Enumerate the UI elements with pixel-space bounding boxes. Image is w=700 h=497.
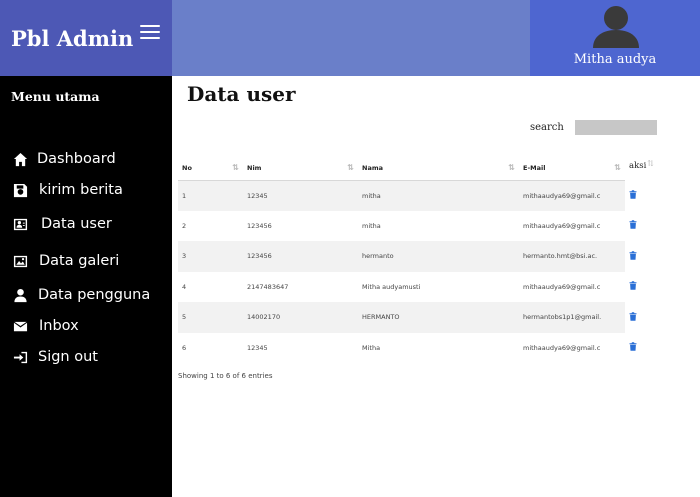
column-header-no[interactable]: No ⇅ [178, 156, 243, 181]
user-panel[interactable]: Mitha audya [530, 0, 700, 76]
trash-icon[interactable] [629, 251, 637, 260]
brand-title: Pbl Admin [11, 25, 134, 51]
cell-aksi [625, 180, 658, 211]
page-title: Data user [187, 82, 296, 106]
user-table: No ⇅ Nim ⇅ Nama ⇅ E-Mail ⇅ aksi ⇅ 1 12345 mitha… [178, 156, 658, 363]
cell-nama: Mitha audyamusti [358, 271, 519, 302]
sort-asc-icon: ⇅ [232, 163, 239, 172]
cell-nama: mitha [358, 180, 519, 211]
sort-icon: ⇅ [347, 163, 354, 172]
search-label: search [530, 122, 564, 133]
sidebar-item-dashboard[interactable]: Dashboard [0, 146, 172, 172]
sidebar-item-label: Data pengguna [38, 287, 151, 303]
cell-nim: 123456 [243, 241, 358, 272]
cell-no: 5 [178, 302, 243, 333]
cell-nim: 14002170 [243, 302, 358, 333]
save-icon [12, 182, 28, 198]
trash-icon[interactable] [629, 342, 637, 351]
sidebar: Menu utama Dashboard kirim berita Data u… [0, 76, 172, 497]
table-row: 3 123456 hermanto hermanto.hmt@bsi.ac. [178, 241, 658, 272]
trash-icon[interactable] [629, 281, 637, 290]
sort-icon: ⇅ [508, 163, 515, 172]
cell-aksi [625, 332, 658, 363]
cell-email: mithaaudya69@gmail.c [519, 210, 625, 241]
trash-icon[interactable] [629, 220, 637, 229]
sidebar-item-label: Data galeri [39, 253, 120, 269]
table-row: 1 12345 mitha mithaaudya69@gmail.c [178, 180, 658, 211]
sidebar-item-data-user[interactable]: Data user [0, 211, 172, 237]
sidebar-item-data-galeri[interactable]: Data galeri [0, 248, 172, 274]
cell-email: mithaaudya69@gmail.c [519, 332, 625, 363]
user-name: Mitha audya [573, 52, 657, 67]
user-icon [12, 287, 28, 303]
column-header-aksi[interactable]: aksi ⇅ [625, 156, 658, 180]
cell-nim: 2147483647 [243, 271, 358, 302]
trash-icon[interactable] [629, 190, 637, 199]
cell-email: mithaaudya69@gmail.c [519, 271, 625, 302]
cell-no: 3 [178, 241, 243, 272]
sidebar-item-label: Dashboard [37, 151, 116, 167]
cell-nama: hermanto [358, 241, 519, 272]
cell-aksi [625, 241, 658, 272]
cell-email: hermanto.hmt@bsi.ac. [519, 241, 625, 272]
column-header-nama[interactable]: Nama ⇅ [358, 156, 519, 181]
cell-nim: 12345 [243, 332, 358, 363]
cell-aksi [625, 210, 658, 241]
column-header-nim[interactable]: Nim ⇅ [243, 156, 358, 181]
top-bar [172, 0, 530, 76]
sidebar-item-label: Sign out [38, 349, 98, 365]
cell-nama: Mitha [358, 332, 519, 363]
menu-heading: Menu utama [11, 89, 100, 104]
brand-bar: Pbl Admin [0, 0, 172, 76]
cell-no: 6 [178, 332, 243, 363]
sort-icon: ⇅ [647, 159, 654, 168]
table-header-row: No ⇅ Nim ⇅ Nama ⇅ E-Mail ⇅ aksi ⇅ [178, 156, 658, 181]
sidebar-item-label: Inbox [39, 318, 79, 334]
cell-nim: 12345 [243, 180, 358, 211]
sidebar-item-sign-out[interactable]: Sign out [0, 344, 172, 370]
trash-icon[interactable] [629, 312, 637, 321]
hamburger-menu-icon[interactable] [140, 25, 160, 39]
sidebar-item-label: kirim berita [39, 182, 123, 198]
avatar-icon [593, 6, 639, 48]
cell-nim: 123456 [243, 210, 358, 241]
cell-email: mithaaudya69@gmail.c [519, 180, 625, 211]
cell-aksi [625, 302, 658, 333]
table-row: 6 12345 Mitha mithaaudya69@gmail.c [178, 332, 658, 363]
image-icon [12, 253, 28, 269]
sidebar-item-data-pengguna[interactable]: Data pengguna [0, 282, 172, 308]
home-icon [12, 151, 28, 167]
table-row: 5 14002170 HERMANTO hermantobs1p1@gmail. [178, 302, 658, 333]
sidebar-item-kirim-berita[interactable]: kirim berita [0, 177, 172, 203]
id-card-icon [12, 216, 28, 232]
sidebar-item-label: Data user [41, 216, 112, 232]
sign-out-icon [12, 349, 28, 365]
envelope-icon [12, 318, 28, 334]
table-row: 4 2147483647 Mitha audyamusti mithaaudya69@… [178, 271, 658, 302]
cell-email: hermantobs1p1@gmail. [519, 302, 625, 333]
cell-no: 1 [178, 180, 243, 211]
cell-no: 2 [178, 210, 243, 241]
cell-nama: mitha [358, 210, 519, 241]
cell-aksi [625, 271, 658, 302]
cell-no: 4 [178, 271, 243, 302]
column-header-email[interactable]: E-Mail ⇅ [519, 156, 625, 181]
sort-icon: ⇅ [614, 163, 621, 172]
cell-nama: HERMANTO [358, 302, 519, 333]
table-info: Showing 1 to 6 of 6 entries [178, 372, 273, 380]
sidebar-item-inbox[interactable]: Inbox [0, 313, 172, 339]
search-input[interactable] [575, 120, 657, 135]
table-row: 2 123456 mitha mithaaudya69@gmail.c [178, 210, 658, 241]
